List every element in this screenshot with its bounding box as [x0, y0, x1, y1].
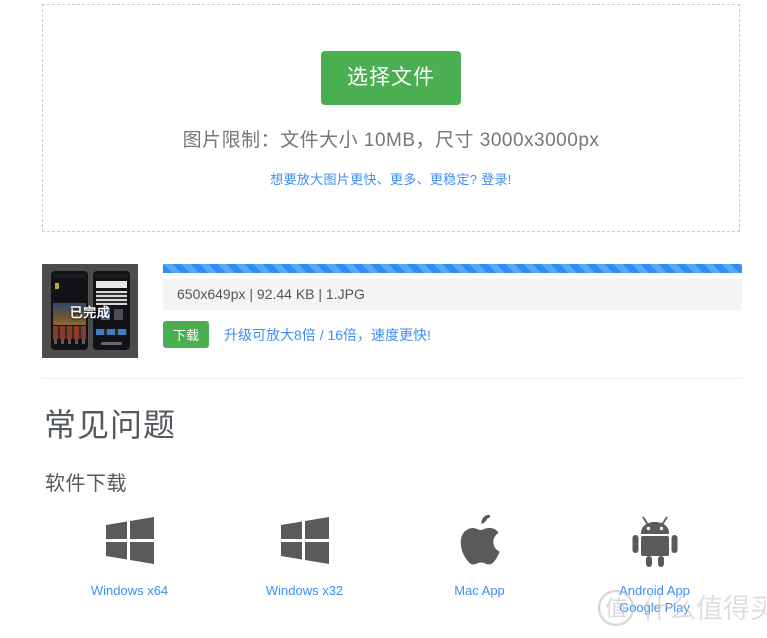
upload-limit-text: 图片限制：文件大小 10MB，尺寸 3000x3000px: [182, 130, 600, 151]
file-action-row: 下载 升级可放大8倍 / 16倍，速度更快!: [163, 321, 742, 348]
upload-dropzone[interactable]: 选择文件 图片限制：文件大小 10MB，尺寸 3000x3000px 想要放大图…: [42, 4, 740, 232]
download-option-android[interactable]: Android App Google Play: [567, 508, 742, 616]
download-option-windows-x64[interactable]: Windows x64: [42, 508, 217, 616]
download-option-label: Android App: [619, 583, 690, 598]
page-root: 选择文件 图片限制：文件大小 10MB，尺寸 3000x3000px 想要放大图…: [0, 0, 767, 635]
windows-icon: [217, 508, 392, 574]
phone-card: [96, 281, 127, 288]
login-link[interactable]: 想要放大图片更快、更多、更稳定? 登录!: [43, 169, 739, 188]
download-option-label: Windows x32: [265, 583, 344, 598]
phone-thumbnail-strip: [53, 326, 86, 339]
phone-navbar: [54, 339, 85, 344]
download-option-mac[interactable]: Mac App: [392, 508, 567, 616]
download-options: Windows x64 Windows x32 Mac App Android …: [42, 508, 742, 616]
android-icon: [567, 508, 742, 574]
download-option-label: Mac App: [454, 583, 505, 598]
apple-icon: [392, 508, 567, 574]
phone-statusbar: [53, 274, 86, 278]
file-details: 650x649px | 92.44 KB | 1.JPG 下载 升级可放大8倍 …: [163, 264, 742, 348]
select-file-button[interactable]: 选择文件: [321, 51, 461, 105]
file-info-text: 650x649px | 92.44 KB | 1.JPG: [163, 279, 742, 310]
upgrade-link[interactable]: 升级可放大8倍 / 16倍，速度更快!: [224, 325, 431, 345]
download-option-windows-x32[interactable]: Windows x32: [217, 508, 392, 616]
download-option-sublabel: Google Play: [619, 600, 690, 615]
phone-home-indicator: [101, 342, 122, 345]
thumbnail-status-label: 已完成: [69, 305, 111, 320]
phone-button-row: [96, 329, 127, 335]
upload-progress-bar: [163, 264, 742, 273]
faq-title: 常见问题: [44, 407, 177, 443]
phone-statusbar: [95, 274, 128, 278]
download-option-label: Windows x64: [90, 583, 169, 598]
phone-badge-icon: [55, 283, 59, 289]
file-result-row: 已完成 650x649px | 92.44 KB | 1.JPG 下载 升级可放…: [42, 264, 742, 360]
faq-subtitle: 软件下载: [45, 473, 127, 495]
file-thumbnail[interactable]: 已完成: [42, 264, 138, 358]
windows-icon: [42, 508, 217, 574]
download-button[interactable]: 下载: [163, 321, 210, 348]
section-divider: [42, 378, 742, 379]
